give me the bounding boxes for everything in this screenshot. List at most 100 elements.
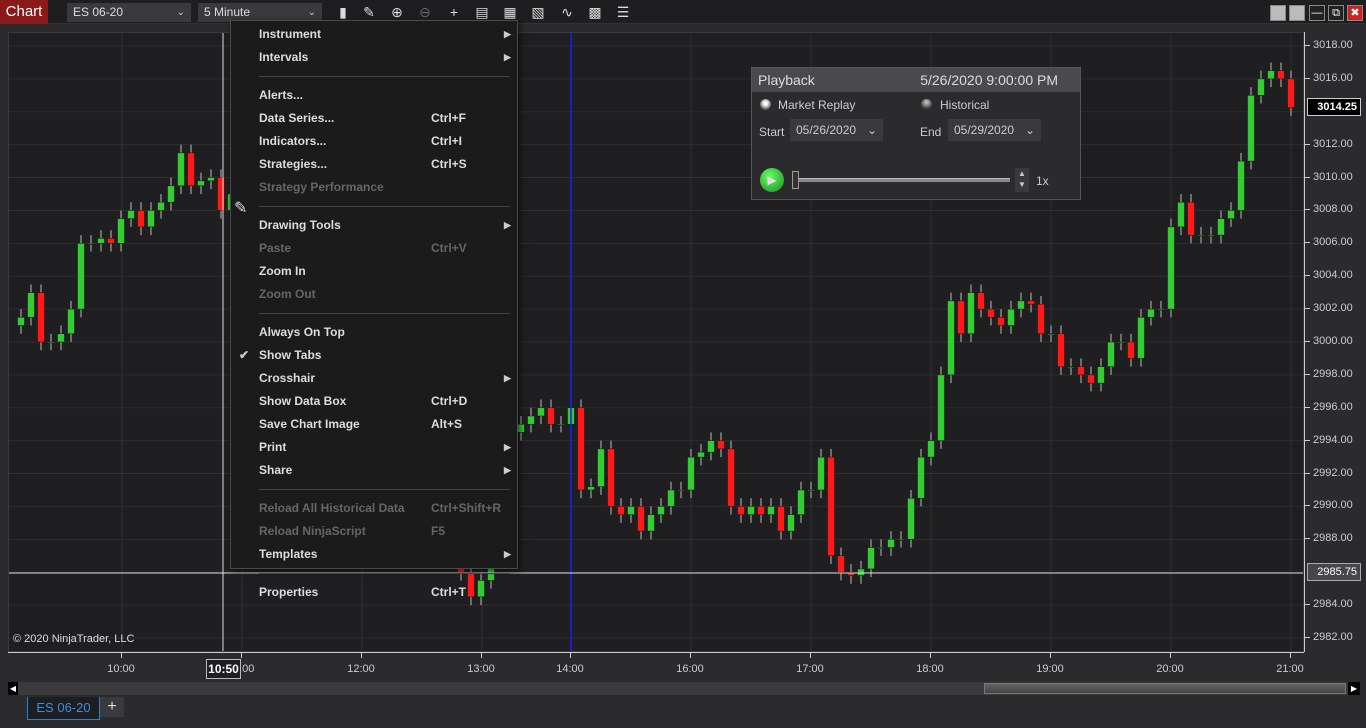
close-button[interactable]: ✖ xyxy=(1347,5,1363,21)
candle-body xyxy=(1277,70,1285,80)
zoom-in-icon[interactable]: ⊕ xyxy=(388,3,406,21)
end-date-picker[interactable]: 05/29/2020 ⌄ xyxy=(948,119,1041,141)
menu-item-label: Print xyxy=(259,440,287,454)
chart-panel[interactable]: © 2020 NinjaTrader, LLC xyxy=(8,32,1304,652)
menu-item-zoom-out: Zoom Out xyxy=(231,283,517,306)
tab-es-06-20[interactable]: ES 06-20 xyxy=(27,697,100,720)
candle-body xyxy=(867,547,875,570)
menu-item-shortcut: Ctrl+S xyxy=(431,157,467,171)
playback-slider-thumb[interactable] xyxy=(792,171,799,189)
candle-body xyxy=(647,514,655,532)
window-option-button[interactable] xyxy=(1270,5,1286,21)
candle-body xyxy=(1067,366,1075,368)
menu-item-properties[interactable]: Properties Ctrl+T xyxy=(231,581,517,604)
menu-item-print[interactable]: Print ▶ xyxy=(231,436,517,459)
candle-body xyxy=(937,374,945,441)
menu-item-share[interactable]: Share ▶ xyxy=(231,459,517,482)
scroll-left-icon[interactable]: ◀ xyxy=(8,682,18,695)
minimize-button[interactable]: — xyxy=(1309,5,1325,21)
play-button[interactable]: ▶ xyxy=(760,168,784,192)
menu-item-crosshair[interactable]: Crosshair ▶ xyxy=(231,367,517,390)
menu-item-label: Save Chart Image xyxy=(259,417,360,431)
restore-button[interactable]: ⧉ xyxy=(1328,5,1344,21)
playback-title: Playback xyxy=(758,72,815,88)
menu-item-templates[interactable]: Templates ▶ xyxy=(231,543,517,566)
candle-body xyxy=(177,152,185,187)
menu-item-indicators[interactable]: Indicators... Ctrl+I xyxy=(231,130,517,153)
crosshair-icon[interactable]: + xyxy=(445,3,463,21)
candle-body xyxy=(17,317,25,326)
playback-header[interactable]: Playback 5/26/2020 9:00:00 PM xyxy=(752,68,1080,92)
speed-spinner[interactable]: ▲ ▼ xyxy=(1015,168,1029,192)
time-tick xyxy=(241,653,242,658)
candle-body xyxy=(37,292,45,343)
time-tick xyxy=(570,653,571,658)
price-tick xyxy=(1305,636,1310,638)
properties-icon[interactable]: ▦ xyxy=(501,3,519,21)
menu-item-instrument[interactable]: Instrument ▶ xyxy=(231,23,517,46)
price-label: 2988.00 xyxy=(1313,532,1353,545)
last-price-marker: 3014.25 xyxy=(1307,97,1361,116)
menu-item-save-chart-image[interactable]: Save Chart Image Alt+S xyxy=(231,413,517,436)
menu-item-alerts[interactable]: Alerts... xyxy=(231,84,517,107)
candle-body xyxy=(1187,201,1195,236)
historical-radio[interactable] xyxy=(921,99,932,110)
window-option-button-2[interactable] xyxy=(1289,5,1305,21)
candle-body xyxy=(957,300,965,335)
menu-item-reload-all-historical-data: Reload All Historical Data Ctrl+Shift+R xyxy=(231,497,517,520)
price-tick xyxy=(1305,604,1310,606)
bar-chart-icon[interactable]: ▮ xyxy=(334,3,352,21)
scroll-right-icon[interactable]: ▶ xyxy=(1348,682,1360,695)
playback-slider[interactable] xyxy=(792,178,1010,182)
time-axis[interactable]: 10:00 11:00 12:00 13:00 14:00 16:00 17:00 18:00… xyxy=(8,652,1304,680)
pencil-icon[interactable]: ✎ xyxy=(360,3,378,21)
candle-body xyxy=(737,506,745,515)
price-label: 3018.00 xyxy=(1313,39,1353,51)
candle-body xyxy=(717,440,725,450)
instrument-selector[interactable]: ES 06-20 ⌄ xyxy=(67,3,191,22)
scrollbar-thumb[interactable] xyxy=(984,683,1346,694)
candle-body xyxy=(167,185,175,203)
candle-body xyxy=(187,152,195,187)
strategies-icon[interactable]: ∿ xyxy=(558,3,576,21)
candle-body xyxy=(1047,333,1055,336)
time-tick xyxy=(1050,653,1051,658)
menu-item-show-tabs[interactable]: ✔ Show Tabs xyxy=(231,344,517,367)
menu-item-zoom-in[interactable]: Zoom In xyxy=(231,260,517,283)
menu-item-paste: Paste Ctrl+V xyxy=(231,237,517,260)
menu-item-intervals[interactable]: Intervals ▶ xyxy=(231,46,517,69)
time-tick xyxy=(1290,653,1291,658)
menu-item-strategies[interactable]: Strategies... Ctrl+S xyxy=(231,153,517,176)
candle-body xyxy=(837,555,845,573)
add-tab-button[interactable]: + xyxy=(100,697,124,717)
time-label: 16:00 xyxy=(676,663,704,675)
data-box-icon[interactable]: ▤ xyxy=(473,3,491,21)
candle-body xyxy=(47,341,55,344)
candle-body xyxy=(907,497,915,540)
list-icon[interactable]: ☰ xyxy=(614,3,632,21)
time-label: 19:00 xyxy=(1036,663,1064,675)
candle-body xyxy=(1287,78,1295,108)
submenu-arrow-icon: ▶ xyxy=(504,220,511,230)
price-tick xyxy=(1305,308,1310,310)
template-icon[interactable]: ▩ xyxy=(586,3,604,21)
indicators-icon[interactable]: ▧ xyxy=(529,3,547,21)
menu-item-drawing-tools[interactable]: Drawing Tools ▶ xyxy=(231,214,517,237)
start-date-picker[interactable]: 05/26/2020 ⌄ xyxy=(790,119,883,141)
price-label: 2998.00 xyxy=(1313,367,1353,380)
candle-body xyxy=(997,317,1005,326)
candle-body xyxy=(667,489,675,507)
horizontal-scrollbar[interactable]: ◀ ▶ xyxy=(8,682,1360,695)
market-replay-radio[interactable] xyxy=(760,99,771,110)
menu-item-always-on-top[interactable]: Always On Top xyxy=(231,321,517,344)
menu-separator xyxy=(259,206,510,207)
price-label: 3006.00 xyxy=(1313,236,1353,249)
candle-body xyxy=(897,539,905,541)
zoom-out-icon[interactable]: ⊖ xyxy=(416,3,434,21)
menu-item-shortcut: Ctrl+T xyxy=(431,585,467,599)
price-axis[interactable]: 3018.00 3016.00 3012.00 3010.00 3008.00 3006.… xyxy=(1304,32,1361,652)
pencil-cursor-icon: ✎ xyxy=(234,200,248,217)
menu-item-show-data-box[interactable]: Show Data Box Ctrl+D xyxy=(231,390,517,413)
candle-body xyxy=(887,539,895,548)
menu-item-data-series[interactable]: Data Series... Ctrl+F xyxy=(231,107,517,130)
